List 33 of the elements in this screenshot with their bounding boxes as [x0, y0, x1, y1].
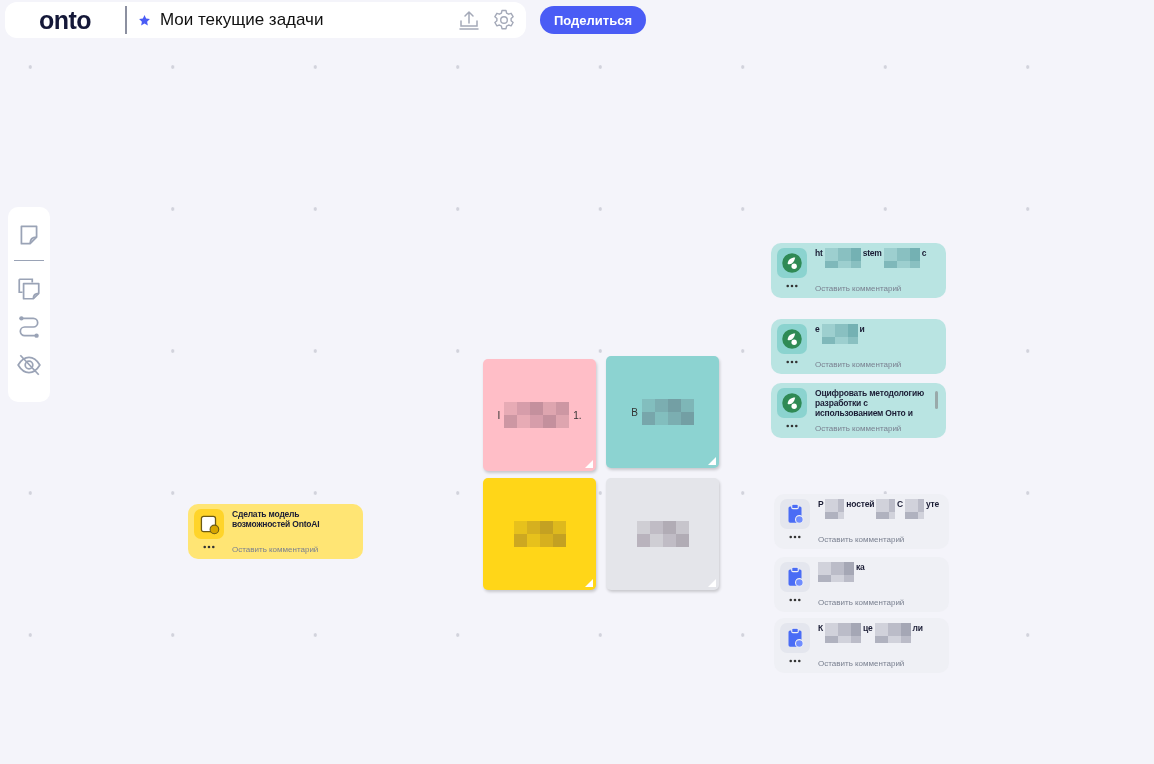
card-title: ht: [815, 248, 823, 258]
card-title: ли: [912, 623, 923, 633]
card-title: ностей: [846, 499, 875, 509]
card-title: е: [815, 324, 820, 334]
task-card[interactable]: е и Оставить комментарий: [771, 319, 946, 374]
sticky-note[interactable]: I 1.: [483, 359, 596, 471]
comment-link[interactable]: Оставить комментарий: [818, 535, 943, 544]
card-title: с: [921, 248, 927, 258]
card-title: це: [863, 623, 873, 633]
card-title: Сделать модель возможностей OntoAI: [232, 509, 320, 529]
sticky-note[interactable]: В: [606, 356, 719, 468]
task-card[interactable]: Р ностей С уте Оставить комментарий: [774, 494, 949, 549]
card-title: К: [818, 623, 823, 633]
note-text: I: [497, 409, 501, 421]
card-title: Оцифровать методологию разработки с использованием Онто и: [815, 388, 924, 418]
card-title: stem: [862, 248, 882, 258]
task-card[interactable]: ка Оставить комментарий: [774, 557, 949, 612]
task-card[interactable]: Сделать модель возможностей OntoAI Оставить комментарий: [188, 504, 363, 559]
logo[interactable]: onto: [38, 5, 92, 35]
card-title: и: [859, 324, 865, 334]
task-card[interactable]: К це ли Оставить комментарий: [774, 618, 949, 673]
note-text: 1.: [573, 409, 582, 421]
note-text: В: [631, 406, 638, 418]
comment-link[interactable]: Оставить комментарий: [818, 598, 943, 607]
card-title: уте: [925, 499, 939, 509]
task-card[interactable]: ht stem с Оставить комментарий: [771, 243, 946, 298]
card-title: Р: [818, 499, 824, 509]
card-title: С: [897, 499, 903, 509]
comment-link[interactable]: Оставить комментарий: [818, 659, 943, 668]
board-title[interactable]: Мои текущие задачи: [160, 10, 324, 30]
share-button[interactable]: Поделиться: [540, 6, 647, 34]
card-title: ка: [856, 562, 865, 572]
task-card[interactable]: Оцифровать методологию разработки с использованием Онто и Оставить комментарий: [771, 383, 946, 438]
